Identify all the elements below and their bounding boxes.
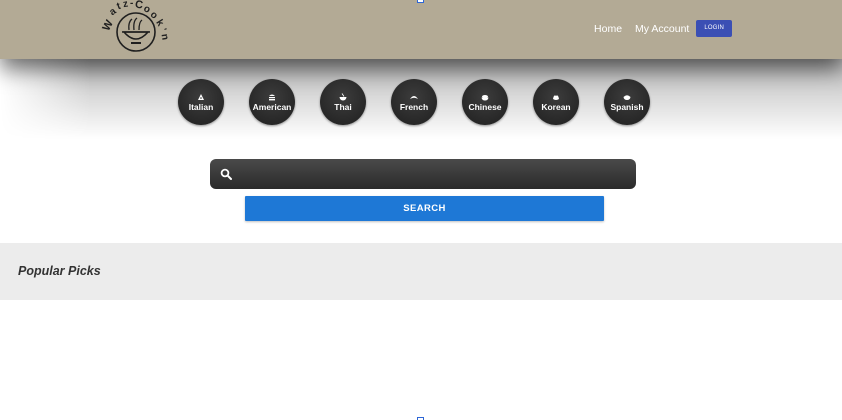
nav-home-link[interactable]: Home: [594, 23, 622, 35]
search-input[interactable]: [240, 164, 630, 184]
cuisine-label: Chinese: [468, 101, 502, 112]
search-bar: [210, 159, 636, 189]
noodle-bowl-icon: [339, 92, 347, 100]
svg-text:z: z: [122, 0, 129, 10]
cuisine-spanish-button[interactable]: Spanish: [604, 79, 650, 125]
cuisine-label: Spanish: [610, 101, 644, 112]
cuisine-italian-button[interactable]: Italian: [178, 79, 224, 125]
cuisine-filter-list: Italian American Thai French Chinese Kor…: [178, 79, 650, 125]
svg-text:W: W: [100, 18, 116, 33]
cuisine-french-button[interactable]: French: [391, 79, 437, 125]
paella-icon: [623, 94, 631, 100]
cuisine-american-button[interactable]: American: [249, 79, 295, 125]
svg-text:k: k: [153, 18, 166, 29]
pizza-icon: [198, 93, 204, 100]
page: W a t z - C o o k ' n Home My Account LO…: [0, 0, 842, 420]
popular-picks-section: Popular Picks: [0, 243, 842, 300]
search-button[interactable]: SEARCH: [245, 196, 604, 221]
site-header: W a t z - C o o k ' n Home My Account LO…: [0, 0, 842, 59]
croissant-icon: [410, 95, 418, 99]
cuisine-label: American: [252, 101, 292, 112]
svg-text:-: -: [130, 0, 133, 9]
cuisine-label: Italian: [188, 101, 214, 112]
cuisine-thai-button[interactable]: Thai: [320, 79, 366, 125]
chef-bowl-logo-icon: W a t z - C o o k ' n: [100, 0, 171, 52]
cuisine-korean-button[interactable]: Korean: [533, 79, 579, 125]
cuisine-label: Thai: [334, 101, 352, 112]
kimchi-icon: [553, 94, 559, 100]
svg-text:n: n: [159, 33, 171, 41]
site-logo[interactable]: W a t z - C o o k ' n: [98, 0, 174, 58]
cuisine-label: French: [399, 101, 429, 112]
top-handle-marker: [417, 0, 424, 3]
cuisine-chinese-button[interactable]: Chinese: [462, 79, 508, 125]
search-icon: [220, 168, 232, 180]
main-nav: Home My Account LOGIN: [581, 20, 732, 37]
svg-text:': ': [159, 27, 169, 32]
popular-picks-title: Popular Picks: [18, 264, 101, 278]
cuisine-label: Korean: [541, 101, 571, 112]
burger-icon: [269, 94, 275, 100]
login-button[interactable]: LOGIN: [696, 20, 732, 37]
nav-my-account-link[interactable]: My Account: [635, 23, 689, 35]
rice-bowl-icon: [481, 94, 489, 100]
